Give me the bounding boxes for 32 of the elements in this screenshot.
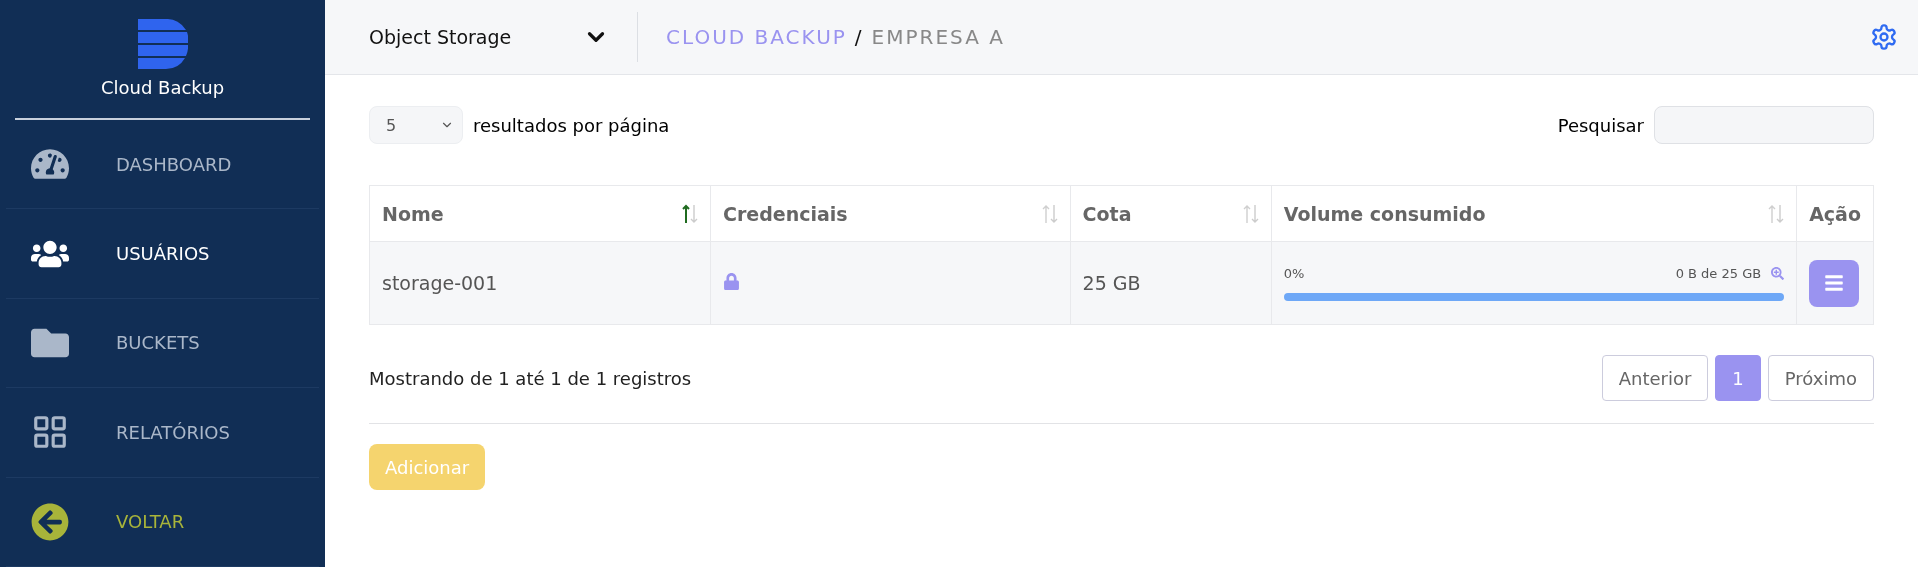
- nav-item[interactable]: DASHBOARD: [6, 119, 319, 210]
- column-header[interactable]: Cota: [1070, 185, 1272, 242]
- next-button[interactable]: Próximo: [1767, 355, 1874, 401]
- column-header[interactable]: Ação: [1796, 185, 1874, 242]
- lock-icon[interactable]: [722, 273, 740, 290]
- usage-amount: 0 B de 25 GB: [1675, 265, 1762, 281]
- column-header[interactable]: Volume consumido: [1271, 185, 1797, 242]
- menu-button[interactable]: [1809, 259, 1860, 307]
- nav-item[interactable]: RELATÓRIOS: [6, 388, 319, 478]
- previous-button[interactable]: Anterior: [1601, 355, 1709, 401]
- column-header[interactable]: Credenciais: [710, 185, 1071, 242]
- search-field[interactable]: [1654, 106, 1874, 144]
- settings-icon[interactable]: [1870, 23, 1898, 51]
- search-label: Pesquisar: [1557, 114, 1644, 136]
- page-size-label: resultados por página: [473, 114, 670, 136]
- nav-item[interactable]: VOLTAR: [6, 477, 319, 567]
- service-dropdown[interactable]: Object Storage: [369, 24, 609, 50]
- brand-name: Cloud Backup: [100, 77, 225, 99]
- logo-icon: [137, 19, 188, 70]
- table-cell: storage-001: [369, 241, 711, 325]
- usage-percent: 0%: [1283, 265, 1305, 281]
- page-size-select[interactable]: 5: [369, 106, 463, 144]
- zoom-in-icon[interactable]: [1771, 266, 1785, 280]
- nav-item[interactable]: USUÁRIOS: [6, 209, 319, 299]
- nav-item[interactable]: BUCKETS: [6, 298, 319, 389]
- breadcrumb-item: EMPRESA A: [871, 25, 1005, 49]
- menu-icon: [1824, 273, 1845, 293]
- table-cell: 25 GB: [1070, 241, 1272, 325]
- breadcrumb-separator: /: [854, 25, 864, 49]
- records-info: Mostrando de 1 até 1 de 1 registros: [369, 367, 692, 389]
- column-header[interactable]: Nome: [369, 185, 711, 242]
- back-arrow-icon: [31, 502, 69, 541]
